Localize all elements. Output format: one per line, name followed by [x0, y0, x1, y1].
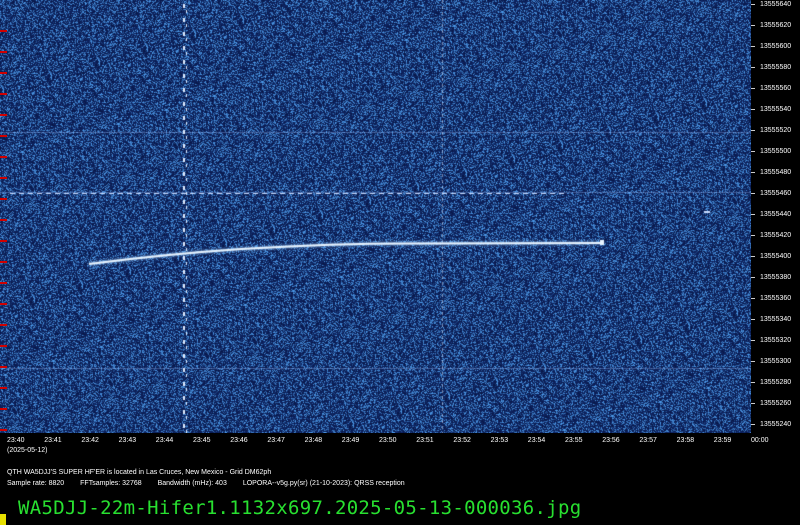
- freq-tick: [751, 172, 755, 173]
- red-tick: [0, 219, 7, 221]
- red-tick: [0, 198, 7, 200]
- red-tick: [0, 282, 7, 284]
- frequency-label: 13555480: [760, 169, 792, 176]
- time-label: 23:51: [416, 437, 434, 444]
- red-tick: [0, 51, 7, 53]
- time-label: 23:46: [230, 437, 248, 444]
- frequency-label: 13555460: [760, 190, 792, 197]
- freq-tick: [751, 130, 755, 131]
- freq-tick: [751, 25, 755, 26]
- time-label: 23:48: [304, 437, 323, 444]
- freq-tick: [751, 4, 755, 5]
- time-label: 23:52: [453, 437, 471, 444]
- frequency-label: 13555260: [760, 400, 792, 407]
- freq-tick: [751, 298, 755, 299]
- red-tick: [0, 177, 7, 179]
- time-label: 23:47: [267, 437, 285, 444]
- frequency-label: 13555320: [760, 337, 792, 344]
- time-label: 23:49: [341, 437, 360, 444]
- time-label: 23:42: [81, 437, 99, 444]
- frequency-label: 13555340: [760, 316, 792, 323]
- red-tick: [0, 303, 7, 305]
- time-label: 23:40: [7, 437, 25, 444]
- time-label: 23:45: [193, 437, 211, 444]
- corner-marker: [0, 514, 6, 525]
- fft-samples: FFTsamples: 32768: [80, 480, 142, 487]
- time-label: 23:58: [676, 437, 695, 444]
- frequency-label: 13555440: [760, 211, 792, 218]
- red-tick: [0, 30, 7, 32]
- red-tick: [0, 345, 7, 347]
- freq-tick: [751, 424, 755, 425]
- frequency-label: 13555580: [760, 64, 792, 71]
- frequency-label: 13555280: [760, 379, 792, 386]
- frequency-label: 13555520: [760, 127, 792, 134]
- red-tick: [0, 408, 7, 410]
- frequency-label: 13555560: [760, 85, 792, 92]
- freq-tick: [751, 67, 755, 68]
- freq-tick: [751, 256, 755, 257]
- freq-tick: [751, 235, 755, 236]
- red-tick: [0, 135, 7, 137]
- capture-parameters: Sample rate: 8820 FFTsamples: 32768 Band…: [7, 479, 419, 488]
- frequency-label: 13555400: [760, 253, 792, 260]
- time-label: 23:43: [118, 437, 137, 444]
- time-label: 23:55: [565, 437, 583, 444]
- time-label: 23:50: [379, 437, 397, 444]
- frequency-label: 13555600: [760, 43, 792, 50]
- freq-tick: [751, 193, 755, 194]
- red-tick: [0, 324, 7, 326]
- freq-tick: [751, 382, 755, 383]
- freq-tick: [751, 319, 755, 320]
- sample-rate: Sample rate: 8820: [7, 480, 65, 487]
- red-tick: [0, 114, 7, 116]
- frequency-label: 13555500: [760, 148, 792, 155]
- time-label: 00:00: [751, 437, 769, 444]
- waterfall-spectrogram: [0, 0, 751, 433]
- red-tick: [0, 429, 7, 431]
- date-label: (2025-05-12): [7, 447, 48, 454]
- frequency-label: 13555620: [760, 22, 792, 29]
- time-label: 23:44: [155, 437, 174, 444]
- time-label: 23:54: [527, 437, 546, 444]
- frequency-label: 13555360: [760, 295, 792, 302]
- frequency-label: 13555540: [760, 106, 792, 113]
- frequency-label: 13555300: [760, 358, 792, 365]
- time-label: 23:53: [490, 437, 509, 444]
- time-label: 23:59: [713, 437, 732, 444]
- freq-tick: [751, 109, 755, 110]
- red-tick: [0, 387, 7, 389]
- red-tick: [0, 72, 7, 74]
- frequency-label: 13555240: [760, 421, 792, 428]
- freq-tick: [751, 277, 755, 278]
- time-label: 23:57: [639, 437, 657, 444]
- frequency-label: 13555640: [760, 1, 792, 8]
- time-label: 23:41: [44, 437, 62, 444]
- freq-tick: [751, 361, 755, 362]
- image-filename: WA5DJJ-22m-Hifer1.1132x697.2025-05-13-00…: [18, 497, 582, 519]
- frequency-label: 13555380: [760, 274, 792, 281]
- freq-tick: [751, 151, 755, 152]
- qth-line: QTH WA5DJJ'S SUPER HF'ER is located in L…: [7, 469, 272, 476]
- freq-tick: [751, 88, 755, 89]
- freq-tick: [751, 46, 755, 47]
- freq-tick: [751, 403, 755, 404]
- software-version: LOPORA--v5g.py(sr) (21-10-2023): QRSS re…: [242, 480, 405, 487]
- bandwidth: Bandwidth (mHz): 403: [157, 480, 227, 487]
- red-tick: [0, 240, 7, 242]
- red-tick: [0, 366, 7, 368]
- freq-tick: [751, 214, 755, 215]
- freq-tick: [751, 340, 755, 341]
- red-tick: [0, 156, 7, 158]
- red-tick: [0, 93, 7, 95]
- red-tick: [0, 261, 7, 263]
- frequency-label: 13555420: [760, 232, 792, 239]
- time-label: 23:56: [602, 437, 620, 444]
